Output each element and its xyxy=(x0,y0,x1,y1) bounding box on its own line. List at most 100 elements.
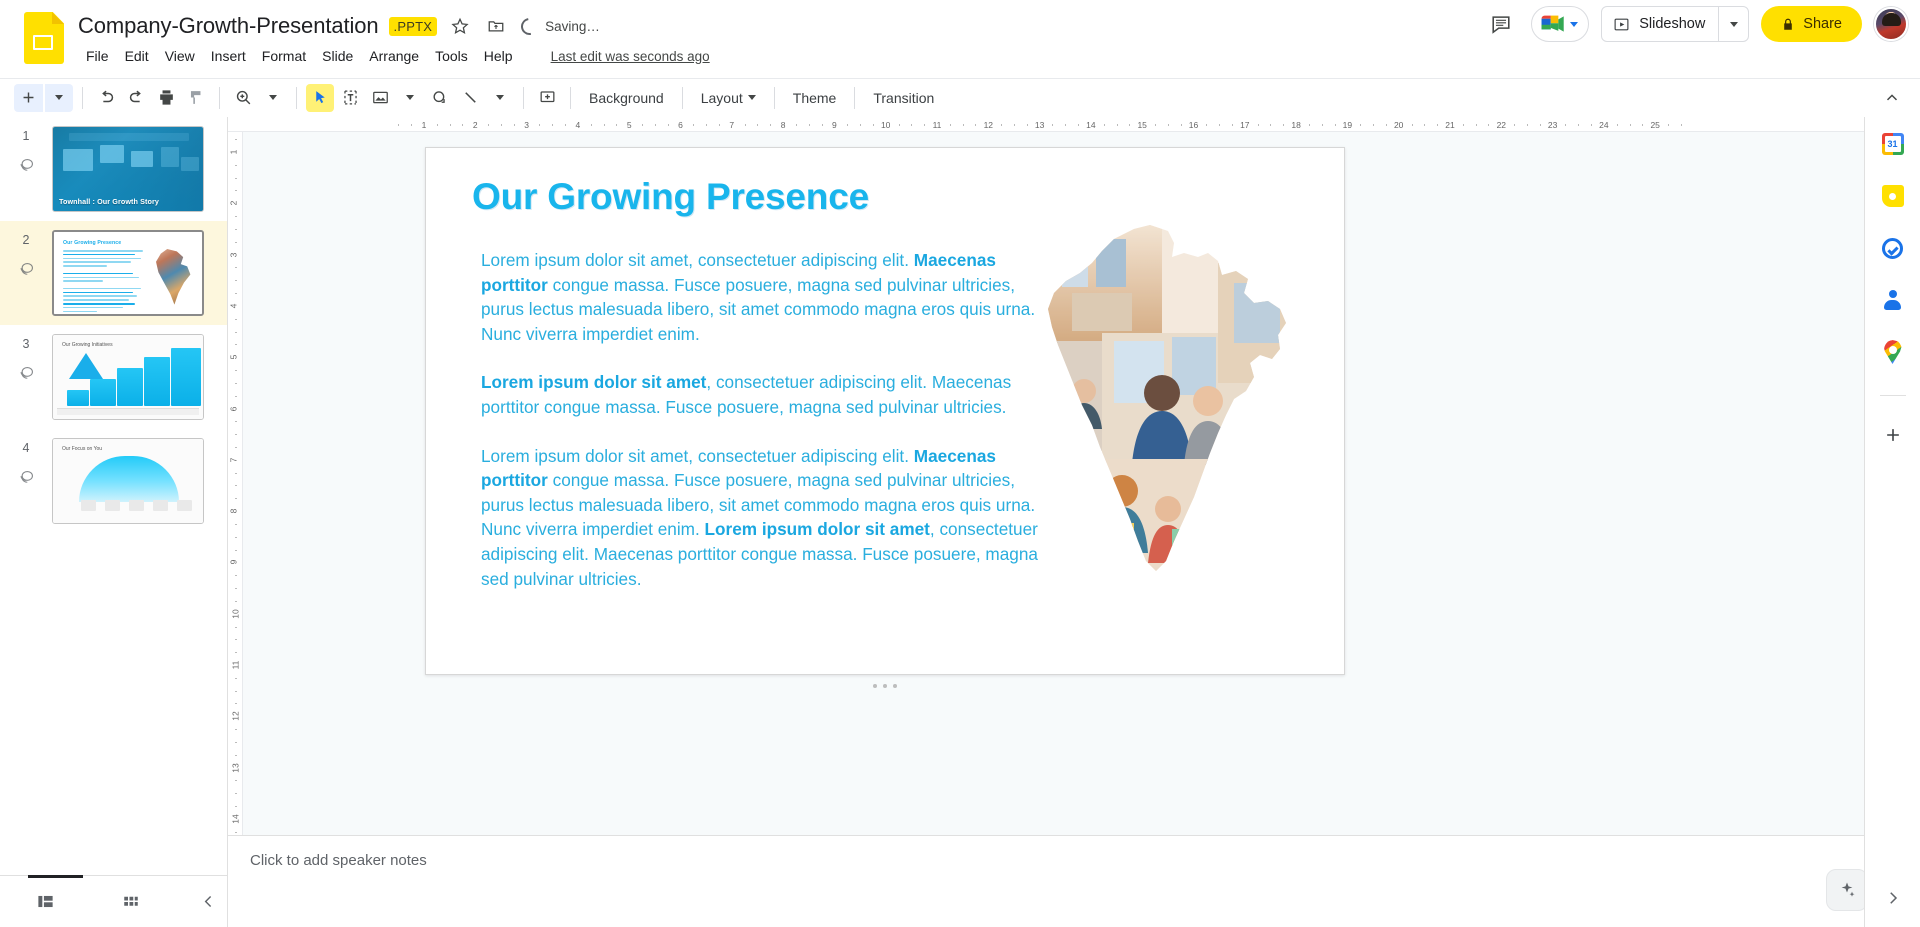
india-map-photo-collage[interactable] xyxy=(1022,223,1322,575)
star-icon[interactable] xyxy=(447,13,473,39)
zoom-options-button[interactable] xyxy=(259,84,287,112)
ruler-tick-label: 13 xyxy=(1034,120,1045,130)
collapse-filmstrip-icon[interactable] xyxy=(189,886,227,918)
file-format-badge: .PPTX xyxy=(388,16,438,36)
google-maps-icon[interactable] xyxy=(1878,337,1908,367)
layers-icon[interactable] xyxy=(17,468,36,492)
theme-button[interactable]: Theme xyxy=(784,86,846,110)
slideshow-options-button[interactable] xyxy=(1718,7,1748,41)
current-slide[interactable]: Our Growing Presence Lorem ipsum dolor s… xyxy=(425,147,1345,688)
ruler-tick xyxy=(1116,124,1118,126)
add-addon-icon[interactable] xyxy=(1878,420,1908,450)
filmstrip-view-icon[interactable] xyxy=(26,886,64,918)
menu-tools[interactable]: Tools xyxy=(427,45,476,67)
ruler-tick-label: 24 xyxy=(1599,120,1609,130)
thumbnail-title: Townhall : Our Growth Story xyxy=(59,197,159,206)
slide-body-text[interactable]: Lorem ipsum dolor sit amet, consectetuer… xyxy=(481,248,1059,615)
menu-format[interactable]: Format xyxy=(254,45,314,67)
shape-button[interactable] xyxy=(426,84,454,112)
insert-image-button[interactable] xyxy=(366,84,394,112)
google-calendar-icon[interactable] xyxy=(1878,129,1908,159)
zoom-button[interactable] xyxy=(229,84,257,112)
google-meet-icon[interactable] xyxy=(1531,6,1590,42)
ruler-tick xyxy=(847,124,849,126)
menu-insert[interactable]: Insert xyxy=(203,45,254,67)
explore-icon[interactable] xyxy=(1826,869,1868,911)
last-edit-link[interactable]: Last edit was seconds ago xyxy=(551,49,710,64)
text-box-button[interactable] xyxy=(336,84,364,112)
print-button[interactable] xyxy=(152,84,180,112)
ruler-tick xyxy=(235,536,237,538)
shape-icon xyxy=(432,91,445,103)
slideshow-button[interactable]: Slideshow xyxy=(1602,7,1718,41)
slide-thumbnail[interactable]: Our Growing Initiatives xyxy=(52,334,204,420)
slide-thumbnail[interactable]: Our Focus on You xyxy=(52,438,204,524)
speaker-notes-placeholder[interactable]: Click to add speaker notes xyxy=(250,852,1898,869)
collapse-menu-icon[interactable] xyxy=(1878,84,1906,112)
insert-image-options-button[interactable] xyxy=(396,84,424,112)
line-button[interactable] xyxy=(456,84,484,112)
ruler-tick-label: 6 xyxy=(228,406,239,411)
avatar[interactable] xyxy=(1874,7,1908,41)
slide-title[interactable]: Our Growing Presence xyxy=(472,176,869,218)
ruler-tick xyxy=(642,124,644,126)
speaker-notes-panel[interactable]: Click to add speaker notes xyxy=(228,835,1920,927)
layout-button[interactable]: Layout xyxy=(692,86,765,110)
add-comment-button[interactable] xyxy=(533,84,561,112)
toolbar-divider xyxy=(523,86,524,109)
filmstrip-slide-3[interactable]: 3 Our Growing Initiatives xyxy=(0,325,227,429)
slide-thumbnail[interactable]: Townhall : Our Growth Story xyxy=(52,126,204,212)
menu-help[interactable]: Help xyxy=(476,45,521,67)
line-options-button[interactable] xyxy=(486,84,514,112)
chevron-down-icon xyxy=(55,95,63,100)
toolbar-divider xyxy=(681,86,683,109)
redo-button[interactable] xyxy=(122,84,150,112)
google-tasks-icon[interactable] xyxy=(1878,233,1908,263)
slide-stage[interactable]: Our Growing Presence Lorem ipsum dolor s… xyxy=(243,132,1920,835)
filmstrip-slide-2[interactable]: 2 Our Growing Presence xyxy=(0,221,227,325)
ruler-tick xyxy=(539,124,541,126)
slide-number: 3 xyxy=(22,337,30,351)
ruler-tick xyxy=(770,124,772,126)
grid-view-icon[interactable] xyxy=(113,886,151,918)
slide-filmstrip[interactable]: 1 Townhall: Our Growth Story 2 Our Grow… xyxy=(0,117,228,927)
slide-thumbnail[interactable]: Our Growing Presence xyxy=(52,230,204,316)
new-slide-button[interactable] xyxy=(14,83,43,112)
move-to-folder-icon[interactable] xyxy=(483,13,509,39)
ruler-tick xyxy=(235,588,237,590)
undo-button[interactable] xyxy=(92,84,120,112)
new-slide-options-button[interactable] xyxy=(45,83,73,112)
google-keep-icon[interactable] xyxy=(1878,181,1908,211)
slide-meta: 2 xyxy=(0,230,52,284)
menu-slide[interactable]: Slide xyxy=(314,45,361,67)
paint-format-button[interactable] xyxy=(182,84,210,112)
share-button[interactable]: Share xyxy=(1761,6,1862,42)
ruler-tick xyxy=(654,124,656,126)
layers-icon[interactable] xyxy=(17,156,36,180)
menu-file[interactable]: File xyxy=(78,45,117,67)
india-map-thumbnail xyxy=(156,249,191,305)
layers-icon[interactable] xyxy=(17,260,36,284)
document-title[interactable]: Company-Growth-Presentation xyxy=(78,13,379,39)
present-icon xyxy=(1614,18,1629,30)
expand-side-panel-icon[interactable] xyxy=(1878,883,1908,913)
background-button[interactable]: Background xyxy=(580,86,673,110)
ruler-tick xyxy=(436,124,438,126)
menu-view[interactable]: View xyxy=(157,45,203,67)
google-contacts-icon[interactable] xyxy=(1878,285,1908,315)
transition-button[interactable]: Transition xyxy=(864,86,943,110)
ruler-tick-label: 10 xyxy=(880,120,891,130)
ruler-tick xyxy=(235,318,237,320)
paint-format-icon xyxy=(190,91,200,104)
select-tool-button[interactable] xyxy=(306,83,334,112)
ruler-tick xyxy=(1526,124,1528,126)
menu-edit[interactable]: Edit xyxy=(117,45,157,67)
filmstrip-slide-4[interactable]: 4 Our Focus on You xyxy=(0,429,227,533)
layers-icon[interactable] xyxy=(17,364,36,388)
comment-history-icon[interactable] xyxy=(1483,6,1519,42)
slide-number: 1 xyxy=(22,129,30,143)
menu-arrange[interactable]: Arrange xyxy=(361,45,427,67)
filmstrip-slide-1[interactable]: 1 Townhall: Our Growth Story xyxy=(0,117,227,221)
slides-app-window: Company-Growth-Presentation .PPTX Saving xyxy=(0,0,1920,927)
ruler-tick xyxy=(1065,124,1067,126)
